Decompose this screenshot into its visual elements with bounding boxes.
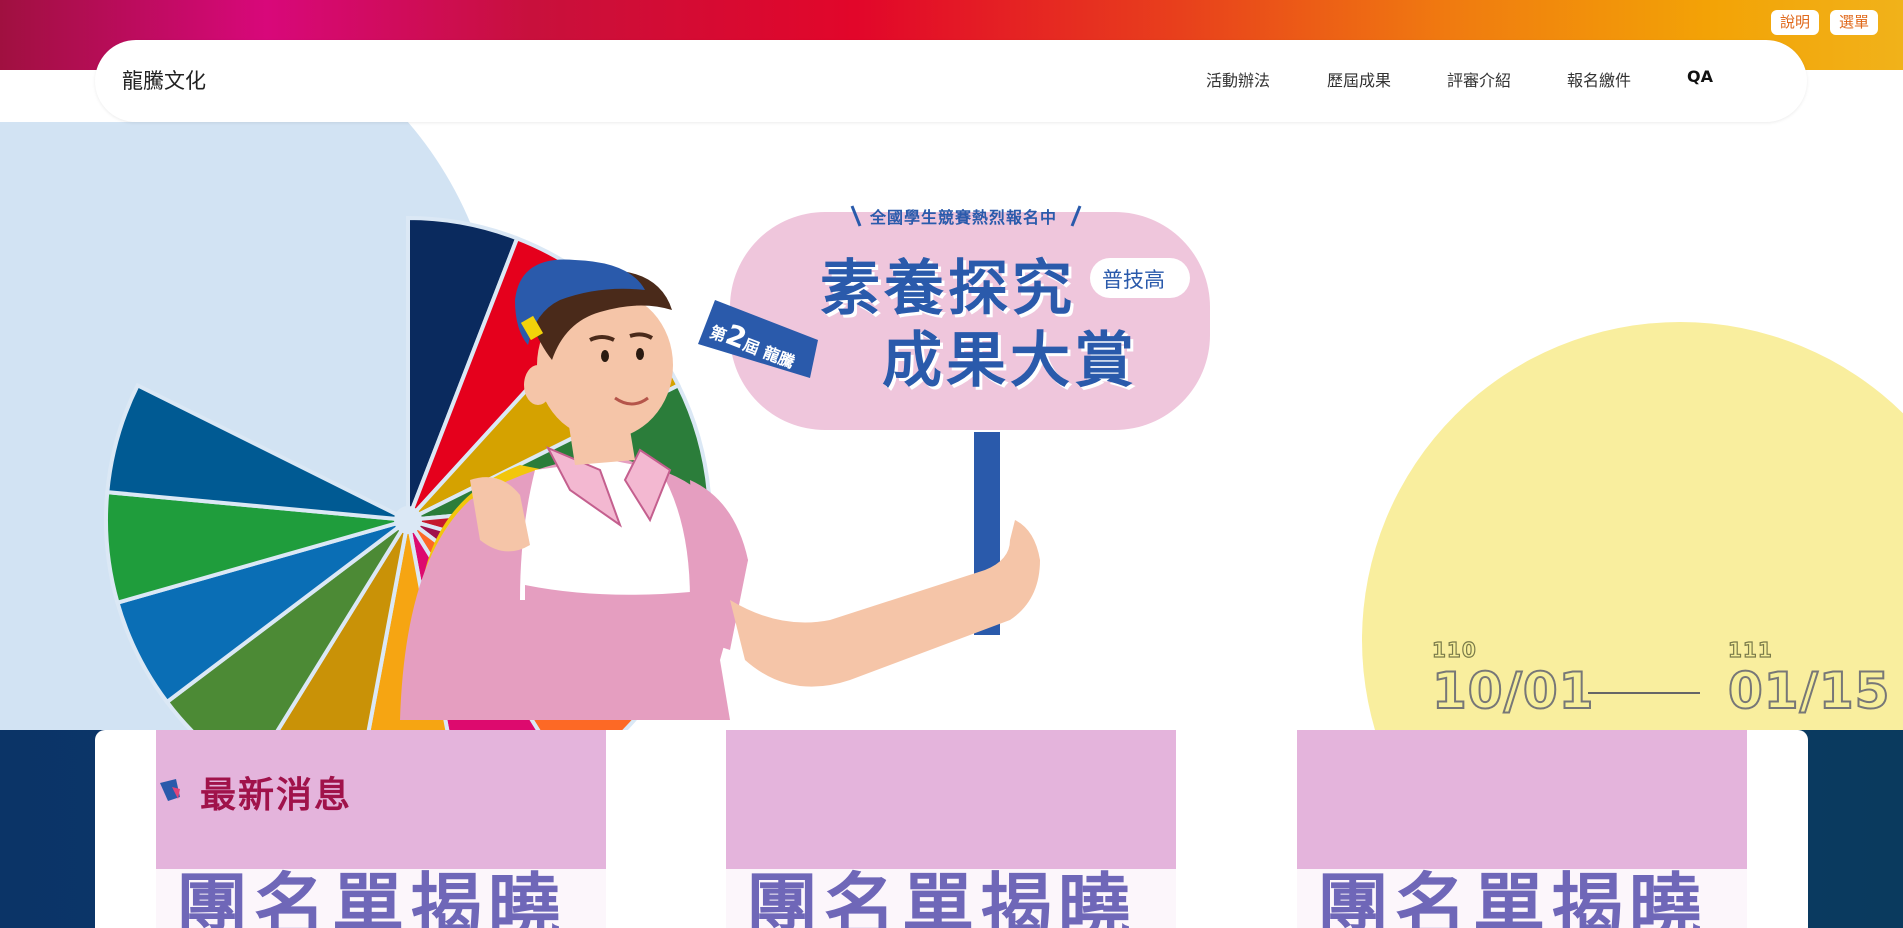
help-button[interactable]: 說明 [1771, 10, 1820, 35]
brand-logo[interactable]: 龍騰文化 [122, 65, 206, 95]
hero-tagline: 全國學生競賽熱烈報名中 [870, 208, 1058, 227]
news-card-image[interactable]: 團名單揭曉 [1297, 869, 1747, 928]
news-card-header [1297, 730, 1747, 869]
nav-registration[interactable]: 報名繳件 [1567, 67, 1631, 91]
nav-judges[interactable]: 評審介紹 [1447, 67, 1511, 91]
end-date: 01/15 [1727, 661, 1891, 721]
end-year: 111 [1727, 637, 1773, 662]
menu-button[interactable]: 選單 [1830, 10, 1879, 35]
news-card-header [726, 730, 1176, 869]
news-card-image-text: 團名單揭曉 [176, 869, 567, 928]
news-card[interactable]: 團名單揭曉 [726, 730, 1176, 928]
hero-title-line2: 成果大賞 [882, 326, 1138, 396]
news-title-icon [160, 779, 180, 801]
wheel-hub [394, 506, 422, 534]
hero-badge: 普技高 [1102, 268, 1165, 292]
start-year: 110 [1431, 637, 1477, 662]
hero-banner: 全國學生競賽熱烈報名中 素養探究 成果大賞 普技高 第2屆 龍騰 110 10/… [0, 122, 1903, 730]
nav-qa[interactable]: QA [1687, 67, 1713, 86]
news-card-image[interactable]: 團名單揭曉 [726, 869, 1176, 928]
date-range-dash [1588, 692, 1700, 694]
news-card[interactable]: 團名單揭曉 [1297, 730, 1747, 928]
news-card-image-text: 團名單揭曉 [746, 869, 1137, 928]
news-card[interactable]: 團名單揭曉 [156, 730, 606, 928]
news-card-image-text: 團名單揭曉 [1317, 869, 1708, 928]
main-navbar: 龍騰文化 活動辦法 歷屆成果 評審介紹 報名繳件 QA [95, 40, 1807, 122]
news-panel: 團名單揭曉 團名單揭曉 團名單揭曉 [95, 730, 1808, 928]
news-section-title: 最新消息 [200, 775, 353, 816]
nav-past-results[interactable]: 歷屆成果 [1327, 67, 1391, 91]
news-card-image[interactable]: 團名單揭曉 [156, 869, 606, 928]
start-date: 10/01 [1431, 661, 1595, 721]
nav-activity-rules[interactable]: 活動辦法 [1206, 67, 1270, 91]
